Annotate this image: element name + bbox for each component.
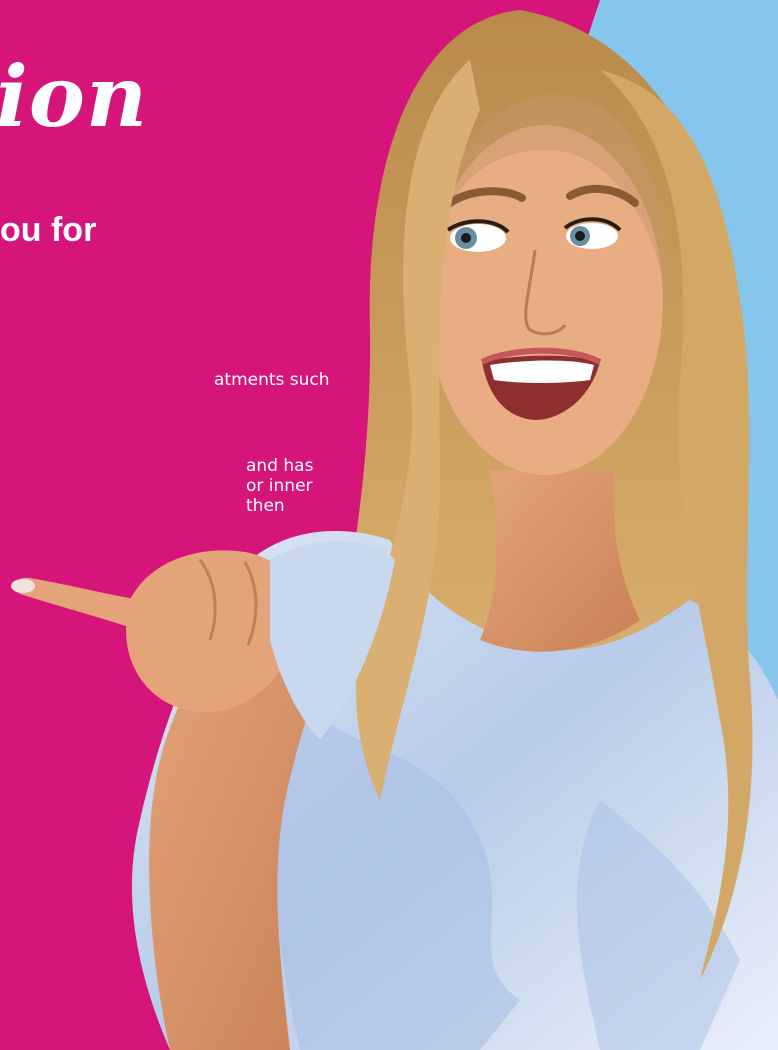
promo-banner: ion ou for atments such and has or inner…: [0, 0, 778, 1050]
paragraph-2: and has or inner then: [0, 456, 313, 516]
blue-panel: [560, 0, 778, 1050]
script-headline: ion: [0, 47, 149, 146]
paragraph-1-line: atments such: [214, 370, 330, 390]
subheadline: ou for: [0, 211, 97, 249]
paragraph-2-line: and has: [246, 456, 314, 476]
paragraph-3: r: [0, 598, 257, 618]
paragraph-2-line: or inner: [246, 476, 313, 496]
paragraph-3-line: r: [250, 598, 257, 618]
paragraph-2-line: then: [246, 496, 285, 516]
paragraph-1: atments such: [0, 370, 330, 390]
